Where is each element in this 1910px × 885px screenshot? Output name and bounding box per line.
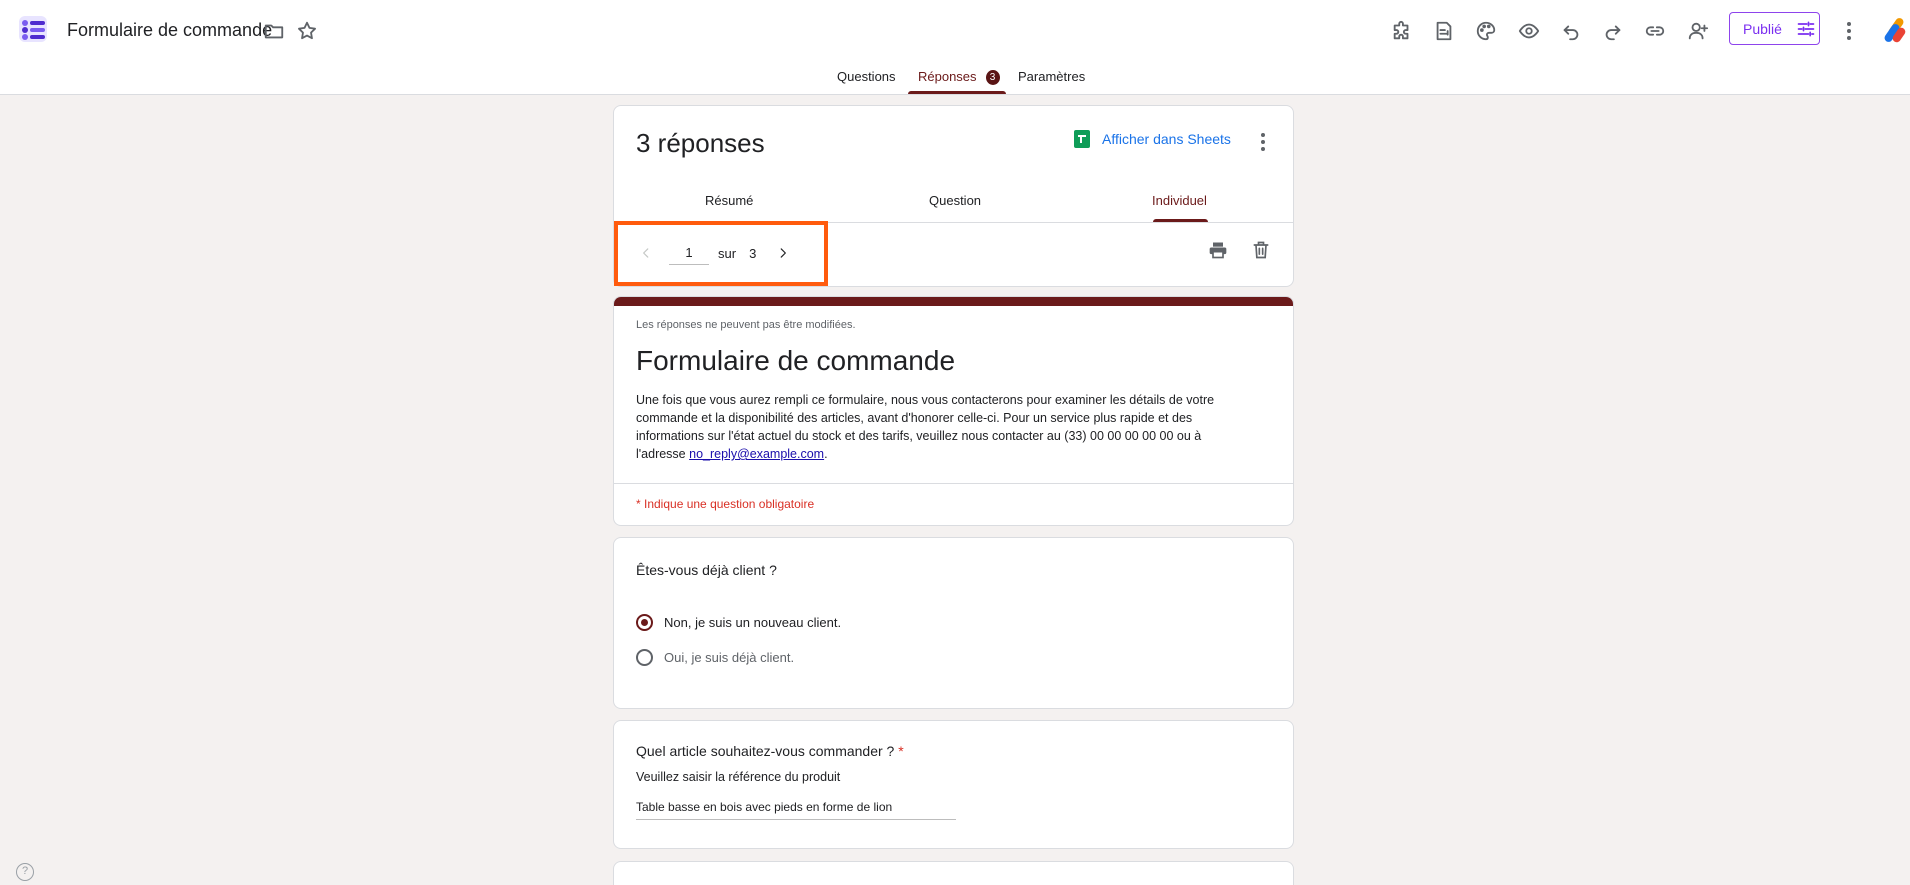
form-header-card: Les réponses ne peuvent pas être modifié… <box>613 296 1294 526</box>
required-note: * Indique une question obligatoire <box>636 497 815 511</box>
radio-checked-icon <box>636 614 653 631</box>
add-collaborator-icon[interactable] <box>1684 17 1712 45</box>
more-vert-icon[interactable] <box>1835 17 1863 45</box>
radio-option-existing-client[interactable]: Oui, je suis déjà client. <box>636 649 794 666</box>
short-answer-value: Table basse en bois avec pieds en forme … <box>636 800 956 820</box>
read-only-notice: Les réponses ne peuvent pas être modifié… <box>636 319 856 331</box>
active-subtab-indicator <box>1153 219 1208 222</box>
pager-of-label: sur <box>718 245 737 261</box>
response-view-tabs: Résumé Question Individuel <box>614 181 1293 223</box>
redo-icon[interactable] <box>1599 17 1627 45</box>
delete-response-button[interactable] <box>1249 238 1273 262</box>
print-button[interactable] <box>1206 238 1230 262</box>
publish-label: Publié <box>1743 20 1782 37</box>
form-title: Formulaire de commande <box>636 345 956 376</box>
folder-icon[interactable] <box>263 20 285 42</box>
forms-logo-icon[interactable] <box>18 14 48 44</box>
active-tab-indicator <box>908 91 1006 94</box>
form-description: Une fois que vous aurez rempli ce formul… <box>636 393 1215 461</box>
radio-unchecked-icon <box>636 649 653 666</box>
page-number-input[interactable] <box>669 241 709 265</box>
question-description: Veuillez saisir la référence du produit <box>636 770 841 784</box>
sheets-icon <box>1074 130 1090 148</box>
chevron-left-icon <box>643 248 649 258</box>
tab-individual[interactable]: Individuel <box>1152 193 1207 208</box>
tab-question[interactable]: Question <box>929 193 981 208</box>
chevron-right-icon <box>780 248 787 258</box>
radio-option-new-client[interactable]: Non, je suis un nouveau client. <box>636 614 841 631</box>
addon-icon[interactable] <box>1388 17 1416 45</box>
radio-option-label: Oui, je suis déjà client. <box>664 650 795 665</box>
document-title[interactable]: Formulaire de commande <box>67 20 272 41</box>
question-title: Êtes-vous déjà client ? <box>636 562 777 578</box>
divider <box>614 483 1293 484</box>
responses-more-icon[interactable] <box>1261 133 1265 151</box>
template-icon[interactable] <box>1430 17 1458 45</box>
responses-count: 3 réponses <box>636 128 765 158</box>
palette-icon[interactable] <box>1472 17 1500 45</box>
tune-icon <box>1797 21 1815 37</box>
star-icon[interactable] <box>296 20 318 42</box>
tab-summary[interactable]: Résumé <box>705 193 753 208</box>
tab-responses-label: Réponses <box>918 69 977 84</box>
question-card: Êtes-vous déjà client ? Non, je suis un … <box>613 537 1294 709</box>
response-pager: sur 3 <box>636 238 793 268</box>
publish-button[interactable]: Publié <box>1729 12 1820 45</box>
workspace-app-icon[interactable] <box>1882 16 1908 46</box>
link-icon[interactable] <box>1641 17 1669 45</box>
question-card: Quel article souhaitez-vous commander ? … <box>613 720 1294 849</box>
trash-icon <box>1253 241 1269 259</box>
tab-questions[interactable]: Questions <box>837 69 896 95</box>
pager-total: 3 <box>749 245 757 261</box>
question-title-text: Quel article souhaitez-vous commander ? <box>636 743 895 759</box>
help-icon[interactable]: ? <box>16 863 34 881</box>
question-title: Quel article souhaitez-vous commander ? … <box>636 743 904 759</box>
required-star: * <box>898 743 904 759</box>
next-response-button[interactable] <box>773 243 793 263</box>
question-card <box>613 861 1294 885</box>
view-in-sheets-label: Afficher dans Sheets <box>1102 131 1231 147</box>
radio-option-label: Non, je suis un nouveau client. <box>664 615 842 630</box>
contact-email-link[interactable]: no_reply@example.com <box>689 447 824 461</box>
undo-icon[interactable] <box>1557 17 1585 45</box>
tab-settings[interactable]: Paramètres <box>1018 69 1085 95</box>
top-bar: Formulaire de commande Publié Questions … <box>0 0 1910 95</box>
view-in-sheets-link[interactable]: Afficher dans Sheets <box>1074 130 1231 148</box>
responses-count-badge: 3 <box>985 70 1000 85</box>
previous-response-button[interactable] <box>636 243 656 263</box>
main-tabs: Questions Réponses 3 Paramètres <box>0 64 1910 95</box>
preview-icon[interactable] <box>1515 17 1543 45</box>
print-icon <box>1209 242 1227 259</box>
